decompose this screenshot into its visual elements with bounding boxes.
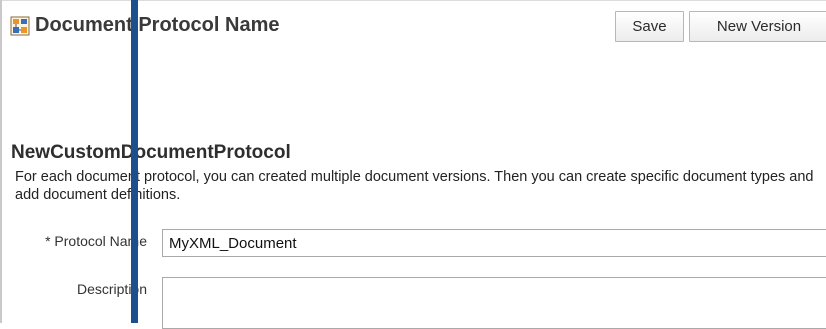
overlay-vertical-bar: [131, 0, 138, 323]
page-title: Document Protocol Name: [35, 14, 280, 36]
panel-left-border: [0, 0, 2, 323]
editor-panel: Document Protocol Name Save New Version …: [0, 0, 826, 329]
document-protocol-icon: [10, 16, 30, 36]
section-title: NewCustomDocumentProtocol: [11, 142, 291, 163]
panel-top-border: [0, 0, 826, 1]
protocol-name-input[interactable]: [162, 229, 826, 257]
description-textarea[interactable]: [162, 277, 826, 329]
save-button[interactable]: Save: [615, 11, 684, 42]
required-marker: *: [45, 233, 51, 249]
new-version-button[interactable]: New Version: [689, 11, 826, 42]
